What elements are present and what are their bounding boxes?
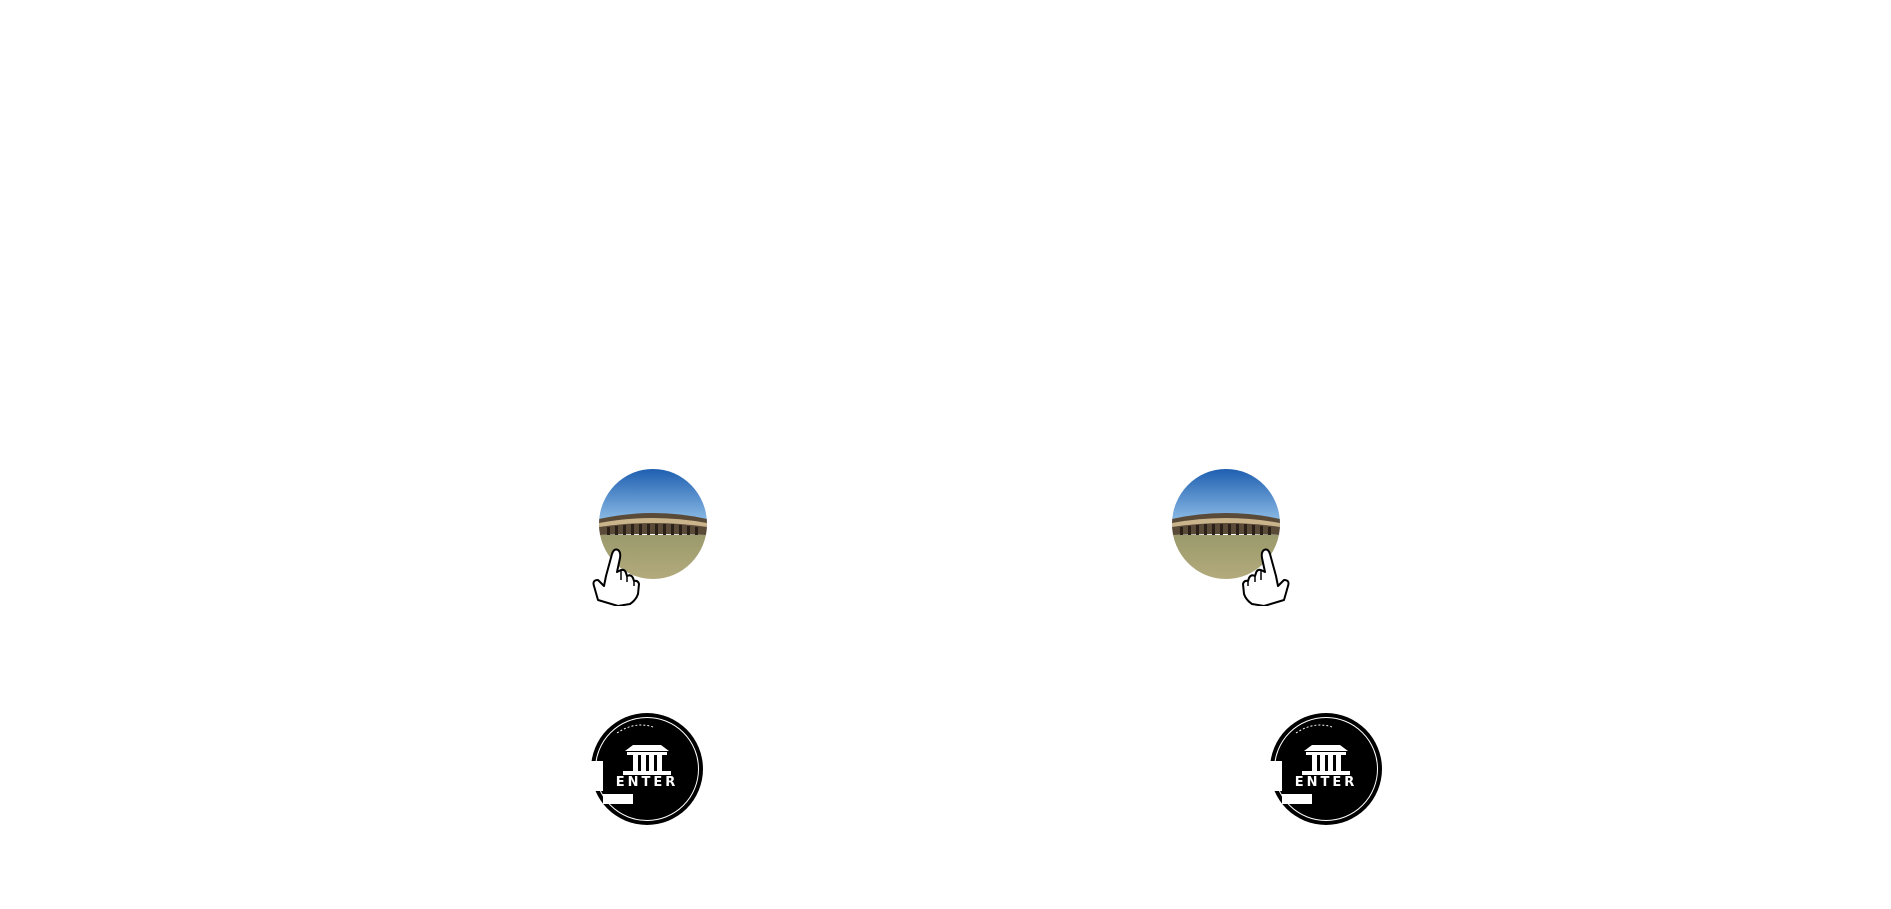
enter-button-left[interactable]: ENTER [589, 713, 703, 825]
enter-label: ENTER [1294, 775, 1358, 790]
arc-decoration-icon [1295, 724, 1333, 734]
button-notch [1268, 761, 1282, 791]
pointing-hand-icon [1242, 548, 1290, 606]
button-notch [589, 761, 603, 791]
enter-button-right[interactable]: ENTER [1268, 713, 1382, 825]
button-bar [1282, 794, 1312, 804]
enter-label: ENTER [615, 775, 679, 790]
temple-icon [623, 745, 671, 775]
button-bar [603, 794, 633, 804]
pointing-hand-icon [592, 548, 640, 606]
arc-decoration-icon [616, 724, 654, 734]
page-stage: ENTER ENTER [0, 0, 1891, 909]
temple-icon [1302, 745, 1350, 775]
